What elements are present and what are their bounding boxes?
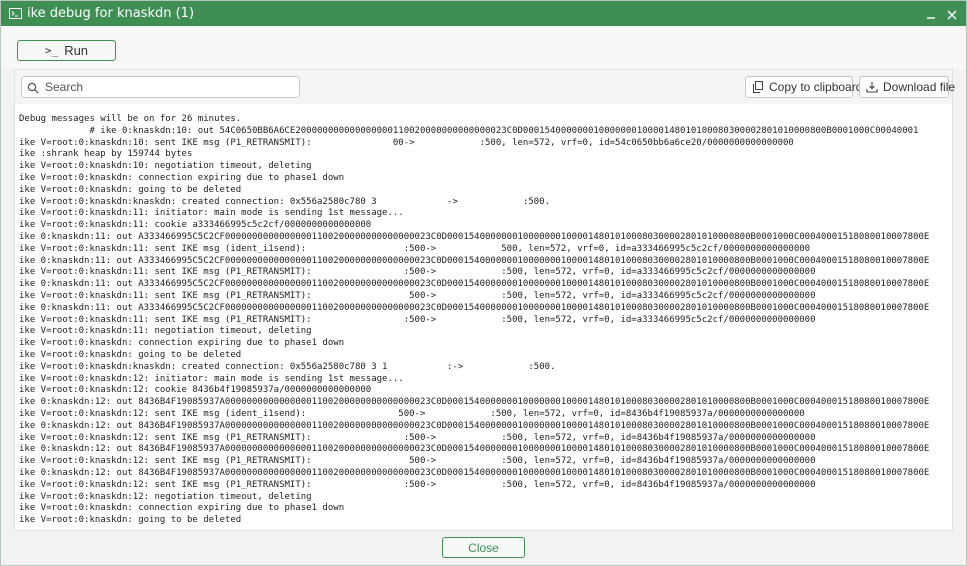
close-icon[interactable] <box>946 8 958 20</box>
minimize-icon[interactable] <box>925 8 937 20</box>
log-line: ike 0:knaskdn:12: out 8436B4F19085937A00… <box>19 444 930 455</box>
log-line: ike 0:knaskdn:12: out 8436B4F19085937A00… <box>19 420 930 431</box>
log-line: ike V=root:0:knaskdn:12: sent IKE msg (P… <box>19 479 816 490</box>
log-line: ike V=root:0:knaskdn:11: sent IKE msg (i… <box>19 243 811 254</box>
terminal-icon <box>9 7 22 20</box>
log-line: ike V=root:0:knaskdn:11: negotiation tim… <box>19 326 312 337</box>
log-line: ike 0:knaskdn:12: out 8436B4F19085937A00… <box>19 397 930 408</box>
run-button-label: Run <box>64 43 89 58</box>
log-line: ike V=root:0:knaskdn:11: sent IKE msg (P… <box>19 267 816 278</box>
debug-log-output[interactable]: Debug messages will be on for 26 minutes… <box>19 114 945 525</box>
log-line: ike V=root:0:knaskdn: connection expirin… <box>19 338 345 349</box>
log-line: ike V=root:0:knaskdn:11: sent IKE msg (P… <box>19 314 816 325</box>
toolbar: >_ Run <box>1 26 966 69</box>
close-button[interactable]: Close <box>442 537 525 558</box>
log-line: ike V=root:0:knaskdn:12: sent IKE msg (P… <box>19 456 816 467</box>
log-line: # ike 0:knaskdn:10: out 54C0650BB6A6CE20… <box>19 125 919 136</box>
search-box[interactable] <box>21 76 300 98</box>
log-line: ike V=root:0:knaskdn:12: negotiation tim… <box>19 491 312 502</box>
window-controls <box>925 1 958 26</box>
output-panel: Copy to clipboard Download file Debug me… <box>14 69 955 531</box>
log-line: ike :shrank heap by 159744 bytes <box>19 149 193 160</box>
copy-button-label: Copy to clipboard <box>769 80 863 94</box>
log-line: ike V=root:0:knaskdn:12: cookie 8436b4f1… <box>19 385 372 396</box>
log-line: ike 0:knaskdn:12: out 8436B4F19085937A00… <box>19 467 930 478</box>
download-icon <box>866 81 878 93</box>
log-line: ike V=root:0:knaskdn:11: initiator: main… <box>19 208 404 219</box>
log-line: ike 0:knaskdn:11: out A333466995C5C2CF00… <box>19 279 930 290</box>
copy-icon <box>752 81 764 93</box>
log-line: ike V=root:0:knaskdn:11: sent IKE msg (P… <box>19 290 816 301</box>
terminal-prompt-icon: >_ <box>44 44 59 57</box>
download-button-label: Download file <box>883 80 956 94</box>
search-row: Copy to clipboard Download file <box>15 70 955 104</box>
log-line: ike V=root:0:knaskdn:12: initiator: main… <box>19 373 404 384</box>
log-line: ike 0:knaskdn:11: out A333466995C5C2CF00… <box>19 302 930 313</box>
log-line: ike V=root:0:knaskdn:10: sent IKE msg (P… <box>19 137 794 148</box>
log-line: ike V=root:0:knaskdn:12: sent IKE msg (i… <box>19 408 805 419</box>
log-line: ike V=root:0:knaskdn: going to be delete… <box>19 184 242 195</box>
window-title: ike debug for knaskdn (1) <box>27 6 195 21</box>
run-button[interactable]: >_ Run <box>17 40 116 61</box>
log-line: ike V=root:0:knaskdn:knaskdn: created co… <box>19 361 556 372</box>
log-line: ike V=root:0:knaskdn:11: cookie a3334669… <box>19 220 372 231</box>
copy-to-clipboard-button[interactable]: Copy to clipboard <box>745 76 862 98</box>
title-bar: ike debug for knaskdn (1) <box>1 1 966 26</box>
log-line: ike V=root:0:knaskdn: going to be delete… <box>19 515 242 525</box>
log-line: ike V=root:0:knaskdn:knaskdn: created co… <box>19 196 551 207</box>
log-line: ike 0:knaskdn:11: out A333466995C5C2CF00… <box>19 231 930 242</box>
search-input[interactable] <box>43 79 287 95</box>
dialog-footer: Close <box>1 531 966 565</box>
log-line: ike 0:knaskdn:11: out A333466995C5C2CF00… <box>19 255 930 266</box>
log-line: ike V=root:0:knaskdn: going to be delete… <box>19 349 242 360</box>
log-line: ike V=root:0:knaskdn:10: negotiation tim… <box>19 161 312 172</box>
download-file-button[interactable]: Download file <box>859 76 955 98</box>
log-line: ike V=root:0:knaskdn: connection expirin… <box>19 503 345 514</box>
debug-dialog: ike debug for knaskdn (1) >_ Run Search … <box>0 0 967 566</box>
log-line: ike V=root:0:knaskdn:12: sent IKE msg (P… <box>19 432 816 443</box>
search-icon <box>27 81 39 94</box>
log-line: Debug messages will be on for 26 minutes… <box>19 114 242 124</box>
log-line: ike V=root:0:knaskdn: connection expirin… <box>19 172 345 183</box>
